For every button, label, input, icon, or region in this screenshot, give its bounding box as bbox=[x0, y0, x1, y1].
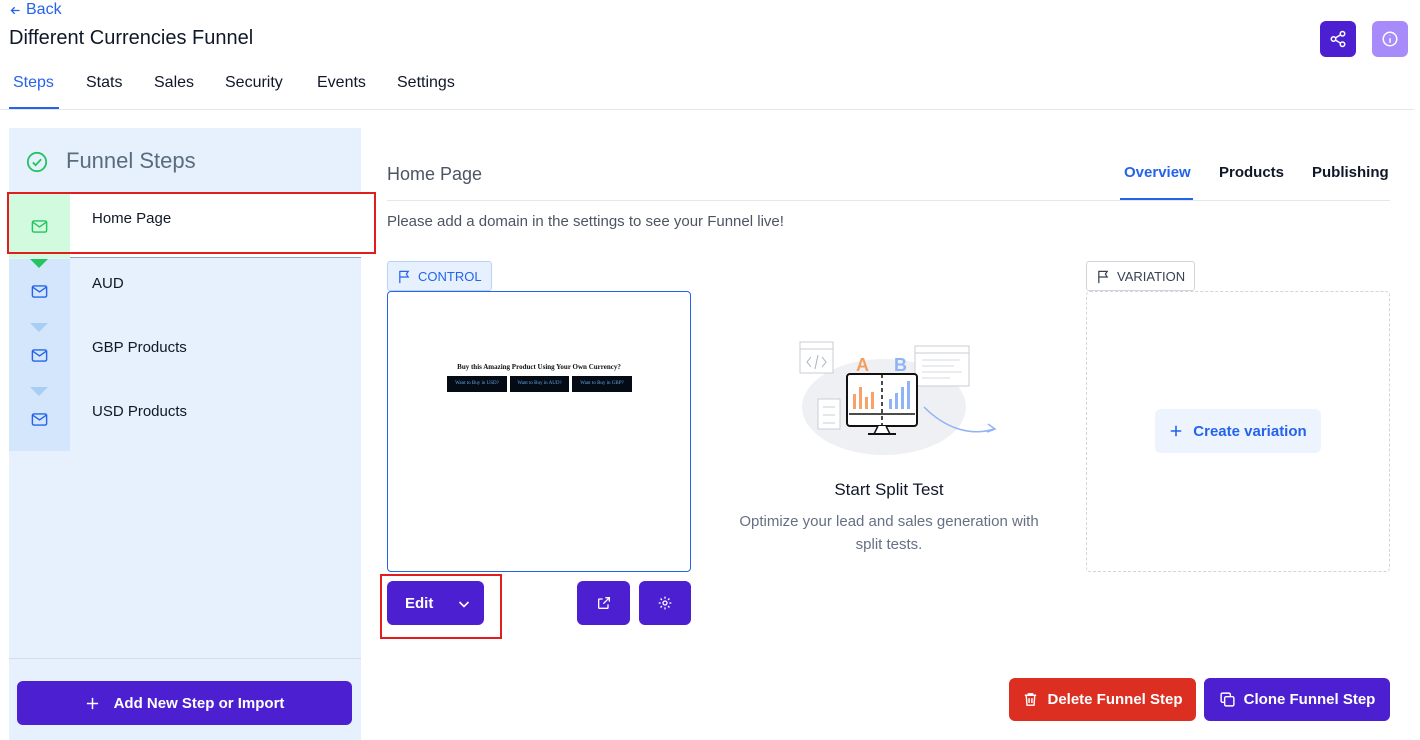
arrow-left-icon bbox=[10, 6, 20, 14]
tab-publishing[interactable]: Publishing bbox=[1312, 164, 1389, 181]
step-connector-arrow bbox=[30, 259, 48, 268]
variation-label: VARIATION bbox=[1117, 268, 1186, 284]
flag-icon bbox=[399, 270, 410, 283]
step-icon-box bbox=[9, 323, 70, 387]
page-title: Different Currencies Funnel bbox=[9, 27, 254, 49]
step-connector-arrow bbox=[30, 323, 48, 332]
clone-funnel-step-button[interactable]: Clone Funnel Step bbox=[1204, 678, 1390, 721]
check-circle-icon bbox=[26, 151, 48, 173]
step-connector-arrow bbox=[30, 387, 48, 396]
split-test-illustration: A B bbox=[799, 341, 997, 455]
delete-label: Delete Funnel Step bbox=[1047, 691, 1183, 708]
sidebar-title: Funnel Steps bbox=[66, 148, 196, 173]
illus-label-b: B bbox=[894, 355, 907, 375]
tab-events[interactable]: Events bbox=[317, 74, 366, 92]
step-title: Home Page bbox=[387, 164, 483, 184]
divider bbox=[9, 658, 361, 659]
active-tab-indicator bbox=[9, 107, 59, 109]
create-variation-label: Create variation bbox=[1193, 422, 1307, 440]
copy-icon bbox=[1220, 692, 1235, 707]
tab-stats[interactable]: Stats bbox=[86, 74, 122, 92]
step-label: GBP Products bbox=[92, 339, 187, 356]
share-button[interactable] bbox=[1320, 21, 1356, 57]
step-icon-box bbox=[9, 387, 70, 451]
control-label: CONTROL bbox=[418, 268, 482, 284]
step-item-home-page[interactable]: Home Page bbox=[9, 194, 361, 258]
step-label: Home Page bbox=[92, 210, 172, 227]
preview-headline: Buy this Amazing Product Using Your Own … bbox=[457, 363, 621, 371]
back-link[interactable]: Back bbox=[9, 1, 62, 19]
domain-notice: Please add a domain in the settings to s… bbox=[387, 213, 784, 230]
delete-funnel-step-button[interactable]: Delete Funnel Step bbox=[1009, 678, 1196, 721]
preview-button-usd: Want to Buy in USD? bbox=[447, 376, 507, 392]
plus-icon bbox=[1171, 425, 1182, 437]
step-item-gbp-products[interactable]: GBP Products bbox=[9, 323, 361, 387]
step-item-aud[interactable]: AUD bbox=[9, 259, 361, 323]
split-test-title: Start Split Test bbox=[834, 480, 944, 499]
main-tabs: Steps Stats Sales Security Events Settin… bbox=[0, 62, 1414, 110]
preview-button-aud: Want to Buy in AUD? bbox=[510, 376, 569, 392]
gear-icon bbox=[658, 596, 672, 610]
edit-button[interactable]: Edit bbox=[387, 581, 484, 625]
edit-label: Edit bbox=[405, 594, 434, 612]
open-external-button[interactable] bbox=[577, 581, 630, 625]
info-button[interactable] bbox=[1372, 21, 1408, 57]
trash-icon bbox=[1025, 693, 1037, 706]
split-test-description: Optimize your lead and sales generation … bbox=[739, 513, 1039, 553]
add-new-step-button[interactable]: Add New Step or Import bbox=[17, 681, 352, 725]
control-tag: CONTROL bbox=[387, 261, 492, 291]
plus-icon bbox=[86, 697, 98, 709]
funnel-steps-sidebar: Funnel Steps Home Page AUD GBP Products … bbox=[9, 128, 361, 740]
mail-icon bbox=[31, 219, 48, 233]
tab-overview[interactable]: Overview bbox=[1124, 164, 1191, 181]
share-icon bbox=[1330, 30, 1346, 48]
control-page-preview[interactable]: Buy this Amazing Product Using Your Own … bbox=[387, 291, 691, 572]
tab-steps[interactable]: Steps bbox=[13, 74, 54, 92]
tab-settings[interactable]: Settings bbox=[397, 74, 455, 92]
illus-label-a: A bbox=[856, 355, 869, 375]
chevron-down-icon[interactable] bbox=[456, 596, 472, 612]
step-label: AUD bbox=[92, 275, 124, 292]
info-icon bbox=[1382, 31, 1398, 47]
clone-label: Clone Funnel Step bbox=[1243, 691, 1376, 708]
preview-button-gbp: Want to Buy in GBP? bbox=[572, 376, 632, 392]
tab-products[interactable]: Products bbox=[1219, 164, 1284, 181]
step-label: USD Products bbox=[92, 403, 188, 420]
external-link-icon bbox=[597, 597, 610, 609]
tab-sales[interactable]: Sales bbox=[154, 74, 194, 92]
add-step-label: Add New Step or Import bbox=[113, 694, 285, 712]
mail-icon bbox=[31, 348, 48, 362]
variation-tag: VARIATION bbox=[1086, 261, 1196, 291]
step-item-usd-products[interactable]: USD Products bbox=[9, 387, 361, 451]
step-sub-tabs: Overview Products Publishing bbox=[387, 150, 1390, 201]
step-settings-button[interactable] bbox=[639, 581, 691, 625]
tab-security[interactable]: Security bbox=[225, 74, 283, 92]
step-icon-box bbox=[9, 194, 70, 258]
sidebar-header: Funnel Steps bbox=[9, 128, 361, 194]
active-subtab-indicator bbox=[1120, 198, 1193, 200]
step-icon-box bbox=[9, 259, 70, 323]
mail-icon bbox=[31, 284, 48, 298]
flag-icon bbox=[1098, 270, 1109, 283]
back-label: Back bbox=[26, 1, 62, 18]
create-variation-button[interactable]: Create variation bbox=[1155, 409, 1321, 453]
mail-icon bbox=[31, 412, 48, 426]
